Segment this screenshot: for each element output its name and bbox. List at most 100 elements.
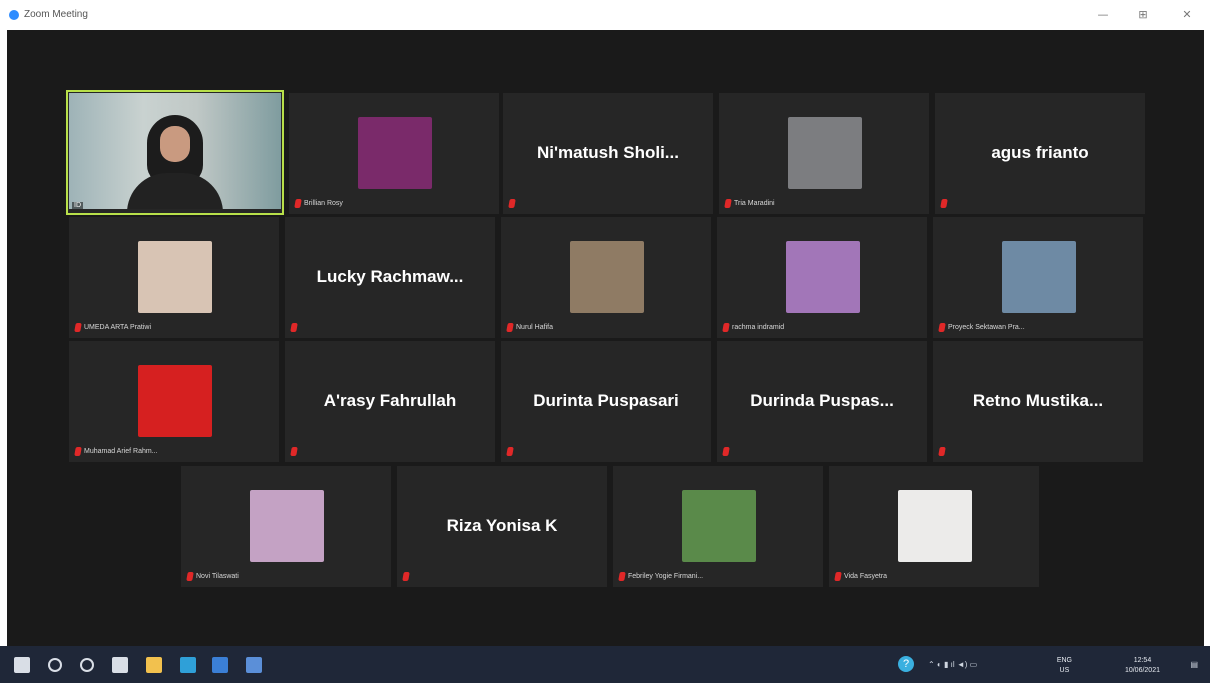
- muted-mic-icon: [74, 446, 82, 456]
- participant-tile[interactable]: agus frianto: [935, 93, 1145, 214]
- participant-avatar: [898, 490, 972, 562]
- muted-mic-icon: [508, 198, 516, 208]
- cortana-icon[interactable]: [80, 658, 94, 672]
- participant-tile[interactable]: Ni'matush Sholi...: [503, 93, 713, 214]
- participant-name: Novi Tilaswati: [196, 572, 239, 580]
- help-icon[interactable]: ?: [898, 656, 914, 672]
- participant-tile[interactable]: Brillian Rosy: [289, 93, 499, 214]
- muted-mic-icon: [294, 198, 302, 208]
- participant-label: Proyeck Sektawan Pra...: [938, 321, 1025, 333]
- muted-mic-icon: [506, 446, 514, 456]
- participant-label: [290, 445, 298, 457]
- participant-avatar: [786, 241, 860, 313]
- participant-label: [722, 445, 730, 457]
- participant-label: UMEDA ARTA Pratiwi: [74, 321, 152, 333]
- zoom-app-icon[interactable]: [246, 657, 262, 673]
- windows-start-icon[interactable]: [14, 657, 30, 673]
- participant-tile[interactable]: Retno Mustika...: [933, 341, 1143, 462]
- participant-display-name: agus frianto: [991, 143, 1089, 162]
- participant-tile[interactable]: Tria Maradini: [719, 93, 929, 214]
- participant-display-name: A'rasy Fahrullah: [323, 391, 457, 410]
- participant-label: Nurul Hafifa: [506, 321, 553, 333]
- zoom-logo-icon: [9, 10, 19, 20]
- participant-tile[interactable]: Muhamad Arief Rahm...: [69, 341, 279, 462]
- store-icon[interactable]: [212, 657, 228, 673]
- participant-tile[interactable]: Nurul Hafifa: [501, 217, 711, 338]
- participant-name: Vida Fasyetra: [844, 572, 888, 580]
- participant-tile[interactable]: rachma indramid: [717, 217, 927, 338]
- participant-avatar: [250, 490, 324, 562]
- participant-tile[interactable]: Lucky Rachmaw...: [285, 217, 495, 338]
- participant-label: [506, 445, 514, 457]
- participant-name: Proyeck Sektawan Pra...: [948, 323, 1025, 331]
- participant-label: Febriley Yogie Firmani...: [618, 570, 704, 582]
- participant-label: Tria Maradini: [724, 197, 775, 209]
- title-bar: Zoom Meeting — ⊞ ✕: [0, 0, 1210, 30]
- muted-mic-icon: [938, 446, 946, 456]
- participant-tile[interactable]: A'rasy Fahrullah: [285, 341, 495, 462]
- edge-icon[interactable]: [180, 657, 196, 673]
- participant-display-name: Durinda Puspas...: [750, 391, 894, 410]
- participant-display-name: Retno Mustika...: [972, 391, 1104, 410]
- participant-label: rachma indramid: [722, 321, 785, 333]
- participant-tile[interactable]: Proyeck Sektawan Pra...: [933, 217, 1143, 338]
- task-view-icon[interactable]: [112, 657, 128, 673]
- participant-name: Muhamad Arief Rahm...: [84, 447, 158, 455]
- participant-label: Brillian Rosy: [294, 197, 343, 209]
- participant-avatar: [788, 117, 862, 189]
- participant-name: Febriley Yogie Firmani...: [628, 572, 704, 580]
- participant-name: UMEDA ARTA Pratiwi: [84, 323, 152, 331]
- taskbar: ? ⌃ ◐ ▮ ıl ◄) ▭ ENG US 12:54 10/06/2021 ▤: [0, 646, 1210, 683]
- muted-mic-icon: [290, 322, 298, 332]
- participant-tile[interactable]: UMEDA ARTA Pratiwi: [69, 217, 279, 338]
- participant-avatar: [682, 490, 756, 562]
- participant-tile[interactable]: Durinta Puspasari: [501, 341, 711, 462]
- participant-display-name: Durinta Puspasari: [533, 391, 679, 410]
- participant-name: rachma indramid: [732, 323, 785, 331]
- participant-label: [508, 197, 516, 209]
- muted-mic-icon: [938, 322, 946, 332]
- muted-mic-icon: [74, 322, 82, 332]
- close-button[interactable]: ✕: [1176, 5, 1198, 25]
- language-indicator[interactable]: ENG US: [1057, 656, 1072, 676]
- participant-avatar: [358, 117, 432, 189]
- participant-display-name: Ni'matush Sholi...: [537, 143, 679, 162]
- participant-name: Brillian Rosy: [304, 199, 343, 207]
- muted-mic-icon: [940, 198, 948, 208]
- participant-display-name: Riza Yonisa K: [446, 516, 558, 535]
- meeting-gallery: ID Brillian Rosy Ni'matush Sholi... Tria M…: [7, 30, 1204, 646]
- muted-mic-icon: [722, 446, 730, 456]
- window-title: Zoom Meeting: [24, 9, 88, 20]
- notification-icon[interactable]: ▤: [1190, 660, 1198, 669]
- muted-mic-icon: [402, 571, 410, 581]
- participant-avatar: [1002, 241, 1076, 313]
- muted-mic-icon: [834, 571, 842, 581]
- participant-name: Tria Maradini: [734, 199, 775, 207]
- participant-avatar: [570, 241, 644, 313]
- participant-tile[interactable]: Riza Yonisa K: [397, 466, 607, 587]
- participant-avatar: [138, 241, 212, 313]
- participant-tile[interactable]: Febriley Yogie Firmani...: [613, 466, 823, 587]
- participant-tile[interactable]: Novi Tilaswati: [181, 466, 391, 587]
- self-camera-feed: [69, 93, 281, 209]
- participant-display-name: Lucky Rachmaw...: [316, 267, 464, 286]
- self-label: ID: [72, 202, 83, 209]
- search-icon[interactable]: [48, 658, 62, 672]
- participant-tile[interactable]: Durinda Puspas...: [717, 341, 927, 462]
- self-video-tile[interactable]: ID: [66, 90, 284, 215]
- participant-label: Vida Fasyetra: [834, 570, 888, 582]
- clock[interactable]: 12:54 10/06/2021: [1125, 656, 1160, 676]
- participant-label: [402, 570, 410, 582]
- muted-mic-icon: [506, 322, 514, 332]
- file-explorer-icon[interactable]: [146, 657, 162, 673]
- participant-label: Novi Tilaswati: [186, 570, 239, 582]
- participant-tile[interactable]: Vida Fasyetra: [829, 466, 1039, 587]
- participant-label: [290, 321, 298, 333]
- maximize-button[interactable]: ⊞: [1132, 5, 1154, 25]
- participant-label: Muhamad Arief Rahm...: [74, 445, 158, 457]
- muted-mic-icon: [724, 198, 732, 208]
- muted-mic-icon: [186, 571, 194, 581]
- minimize-button[interactable]: —: [1092, 5, 1114, 25]
- tray-icons[interactable]: ⌃ ◐ ▮ ıl ◄) ▭: [928, 660, 977, 669]
- participant-avatar: [138, 365, 212, 437]
